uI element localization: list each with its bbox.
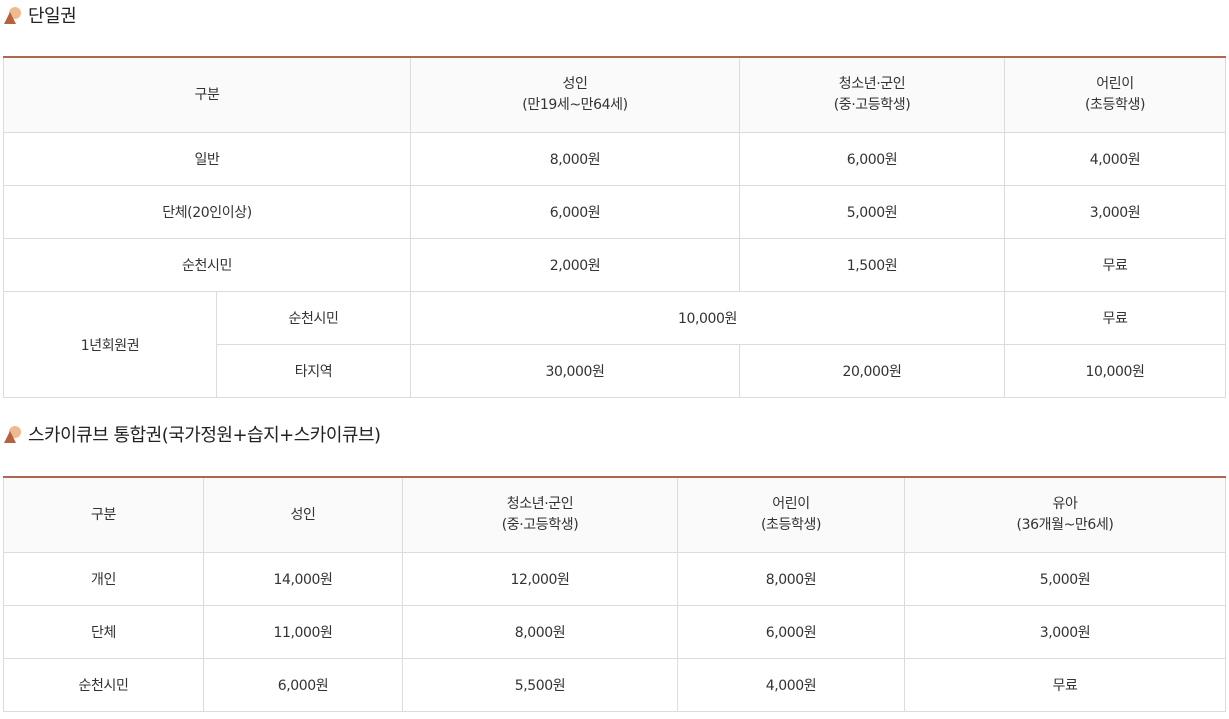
price-adult: 8,000원 — [410, 132, 740, 186]
header-youth: 청소년·군인 (중·고등학생) — [739, 56, 1005, 133]
table-row: 순천시민 2,000원 1,500원 무료 — [3, 238, 1226, 292]
price-adult: 2,000원 — [410, 238, 740, 292]
header-child-label: 어린이 — [1096, 76, 1134, 92]
section-title-text: 스카이큐브 통합권(국가정원+습지+스카이큐브) — [28, 425, 381, 446]
header-adult: 성인 — [203, 476, 403, 553]
price-adult-youth: 10,000원 — [410, 291, 1005, 345]
header-adult-note: (만19세~만64세) — [522, 97, 628, 113]
header-child-note: (초등학생) — [760, 517, 822, 533]
section-title-skycube-combo: 스카이큐브 통합권(국가정원+습지+스카이큐브) — [4, 422, 381, 446]
row-label: 개인 — [3, 552, 204, 606]
row-label: 단체(20인이상) — [3, 185, 411, 239]
row-label: 일반 — [3, 132, 411, 186]
price-child: 3,000원 — [1004, 185, 1226, 239]
header-adult-label: 성인 — [562, 76, 588, 92]
price-youth: 6,000원 — [739, 132, 1005, 186]
header-category-label: 구분 — [194, 86, 220, 103]
price-youth: 12,000원 — [402, 552, 678, 606]
price-infant: 5,000원 — [904, 552, 1226, 606]
price-youth: 8,000원 — [402, 605, 678, 659]
header-infant: 유아 (36개월~만6세) — [904, 476, 1226, 553]
row-label: 순천시민 — [3, 238, 411, 292]
price-child: 4,000원 — [1004, 132, 1226, 186]
price-child: 4,000원 — [677, 658, 905, 712]
price-adult: 14,000원 — [203, 552, 403, 606]
row-sublabel-citizen: 순천시민 — [216, 291, 411, 345]
price-adult: 30,000원 — [410, 344, 740, 398]
mountain-sun-bullet-icon — [4, 7, 21, 24]
header-youth-label: 청소년·군인 — [838, 76, 906, 92]
price-infant: 3,000원 — [904, 605, 1226, 659]
header-category: 구분 — [3, 476, 204, 553]
table-row: 단체(20인이상) 6,000원 5,000원 3,000원 — [3, 185, 1226, 239]
price-adult: 6,000원 — [410, 185, 740, 239]
price-child: 무료 — [1004, 238, 1226, 292]
table-row: 1년회원권 순천시민 10,000원 무료 — [3, 291, 1226, 398]
price-child: 무료 — [1004, 291, 1226, 345]
skycube-combo-fee-table: 구분 성인 청소년·군인 (중·고등학생) 어린이 (초등학생) 유아 (36개… — [3, 476, 1226, 712]
table-row: 단체 11,000원 8,000원 6,000원 3,000원 — [3, 605, 1226, 659]
table-header-row: 구분 성인 청소년·군인 (중·고등학생) 어린이 (초등학생) 유아 (36개… — [3, 476, 1226, 553]
price-youth: 5,500원 — [402, 658, 678, 712]
price-child: 6,000원 — [677, 605, 905, 659]
price-youth: 20,000원 — [739, 344, 1005, 398]
header-category-label: 구분 — [91, 506, 116, 523]
table-row: 순천시민 6,000원 5,500원 4,000원 무료 — [3, 658, 1226, 712]
price-infant: 무료 — [904, 658, 1226, 712]
price-youth: 1,500원 — [739, 238, 1005, 292]
table-header-row: 구분 성인 (만19세~만64세) 청소년·군인 (중·고등학생) 어린이 (초… — [3, 56, 1226, 133]
header-youth-note: (중·고등학생) — [501, 517, 579, 533]
header-child: 어린이 (초등학생) — [1004, 56, 1226, 133]
price-child: 8,000원 — [677, 552, 905, 606]
price-adult: 11,000원 — [203, 605, 403, 659]
header-youth-note: (중·고등학생) — [833, 97, 911, 113]
header-youth-label: 청소년·군인 — [506, 496, 574, 512]
section-title-single-ticket: 단일권 — [4, 3, 77, 27]
row-label: 순천시민 — [3, 658, 204, 712]
header-child-label: 어린이 — [772, 496, 810, 512]
mountain-sun-bullet-icon — [4, 426, 21, 443]
row-label: 단체 — [3, 605, 204, 659]
header-adult: 성인 (만19세~만64세) — [410, 56, 740, 133]
price-adult: 6,000원 — [203, 658, 403, 712]
header-infant-label: 유아 — [1052, 496, 1078, 512]
table-row: 일반 8,000원 6,000원 4,000원 — [3, 132, 1226, 186]
header-youth: 청소년·군인 (중·고등학생) — [402, 476, 678, 553]
header-category: 구분 — [3, 56, 411, 133]
price-youth: 5,000원 — [739, 185, 1005, 239]
single-ticket-fee-table: 구분 성인 (만19세~만64세) 청소년·군인 (중·고등학생) 어린이 (초… — [3, 56, 1226, 398]
header-infant-note: (36개월~만6세) — [1016, 517, 1114, 533]
table-row: 개인 14,000원 12,000원 8,000원 5,000원 — [3, 552, 1226, 606]
section-title-text: 단일권 — [28, 6, 77, 27]
row-label-annual-pass: 1년회원권 — [3, 291, 217, 398]
price-child: 10,000원 — [1004, 344, 1226, 398]
header-child: 어린이 (초등학생) — [677, 476, 905, 553]
row-sublabel-other-region: 타지역 — [216, 344, 411, 398]
header-adult-label: 성인 — [290, 506, 316, 523]
header-child-note: (초등학생) — [1084, 97, 1146, 113]
